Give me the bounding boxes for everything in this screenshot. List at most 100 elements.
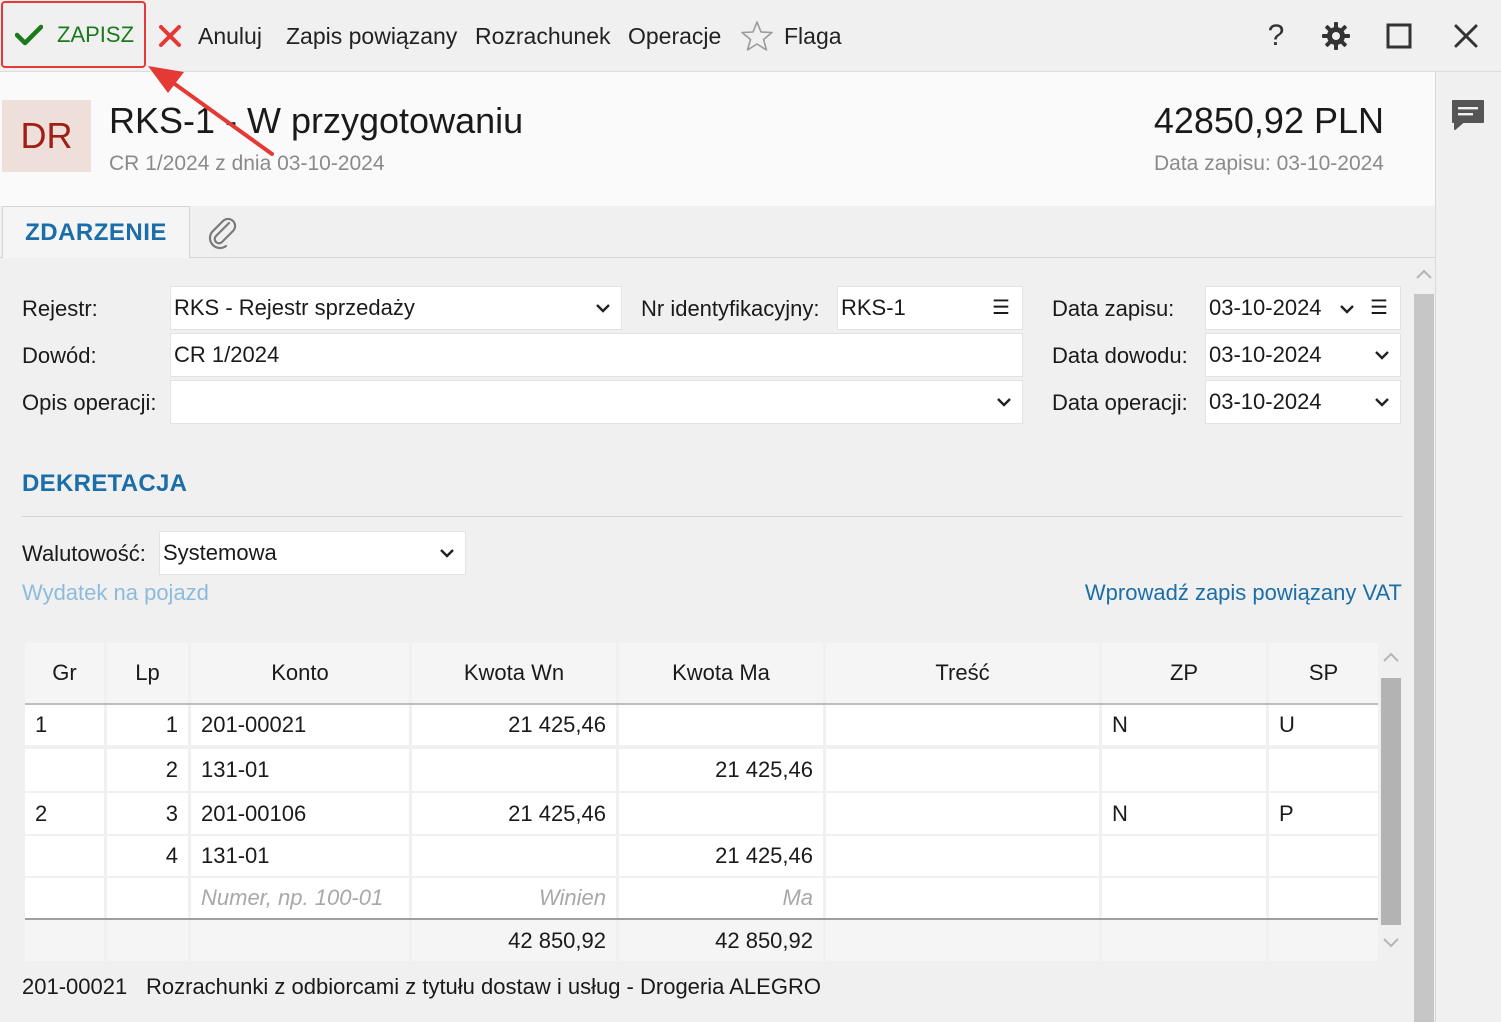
cell-kwota-wn[interactable]: [412, 836, 619, 876]
grid-scroll-thumb[interactable]: [1381, 678, 1401, 925]
column-header-konto[interactable]: Konto: [191, 643, 412, 703]
comment-svg: [1452, 100, 1484, 130]
operations-button[interactable]: Operacje: [628, 0, 721, 72]
table-row[interactable]: 4 131-01 21 425,46: [25, 836, 1378, 876]
close-icon[interactable]: [1444, 14, 1488, 58]
column-header-gr[interactable]: Gr: [25, 643, 107, 703]
cell-gr: [25, 878, 107, 918]
cell-kwota-ma[interactable]: 21 425,46: [619, 749, 826, 791]
data-dowodu-value: 03-10-2024: [1209, 342, 1322, 367]
cell-kwota-wn[interactable]: [412, 749, 619, 791]
cell-kwota-wn[interactable]: 21 425,46: [412, 793, 619, 834]
cell-zp[interactable]: [1102, 836, 1269, 876]
chevron-down-icon[interactable]: [1382, 937, 1400, 949]
related-entry-button[interactable]: Zapis powiązany: [286, 0, 457, 72]
gear-icon[interactable]: [1314, 14, 1358, 58]
posting-table: Gr Lp Konto Kwota Wn Kwota Ma Treść ZP S…: [25, 643, 1378, 961]
maximize-icon[interactable]: [1377, 14, 1421, 58]
nr-identyfikacyjny-field[interactable]: RKS-1 ☰: [837, 286, 1023, 330]
column-header-zp[interactable]: ZP: [1102, 643, 1269, 703]
cell-zp[interactable]: [1102, 749, 1269, 791]
cell-konto[interactable]: 131-01: [191, 836, 412, 876]
cell-zp[interactable]: N: [1102, 793, 1269, 834]
save-label: ZAPISZ: [57, 21, 135, 47]
data-zapisu-field[interactable]: 03-10-2024 ☰: [1205, 286, 1401, 330]
grid-scrollbar[interactable]: [1379, 643, 1402, 959]
konto-input[interactable]: Numer, np. 100-01: [191, 878, 412, 918]
column-header-tresc[interactable]: Treść: [826, 643, 1102, 703]
form-scroll-thumb[interactable]: [1414, 294, 1434, 1022]
document-header: DR RKS-1 - W przygotowaniu CR 1/2024 z d…: [0, 72, 1435, 206]
cell-sp[interactable]: [1269, 836, 1378, 876]
cell-kwota-ma[interactable]: [619, 705, 826, 745]
maximize-svg: [1386, 23, 1412, 49]
totals-row: 42 850,92 42 850,92: [25, 920, 1378, 961]
cell-sp[interactable]: U: [1269, 705, 1378, 745]
document-type-badge: DR: [2, 100, 91, 172]
cell-sp[interactable]: P: [1269, 793, 1378, 834]
paperclip-svg: [208, 217, 237, 250]
menu-icon[interactable]: ☰: [1370, 295, 1388, 320]
chevron-down-icon[interactable]: [1339, 303, 1355, 315]
paperclip-icon[interactable]: [204, 214, 240, 250]
data-dowodu-field[interactable]: 03-10-2024: [1205, 333, 1401, 377]
right-sidebar: [1435, 72, 1501, 1022]
vat-related-entry-link[interactable]: Wprowadź zapis powiązany VAT: [1085, 580, 1402, 606]
cell-tresc[interactable]: [826, 836, 1102, 876]
cell-tresc[interactable]: [826, 749, 1102, 791]
cell-kwota-wn[interactable]: 21 425,46: [412, 705, 619, 745]
flag-button[interactable]: Flaga: [740, 0, 842, 72]
cell-kwota-ma[interactable]: 21 425,46: [619, 836, 826, 876]
cell-tresc[interactable]: [826, 705, 1102, 745]
cell-konto[interactable]: 201-00106: [191, 793, 412, 834]
page-title: RKS-1 - W przygotowaniu: [109, 100, 524, 141]
walutowosc-select[interactable]: Systemowa: [159, 531, 466, 575]
cell-sp[interactable]: [1269, 749, 1378, 791]
tab-bar: ZDARZENIE: [0, 206, 1435, 259]
column-header-kwota-ma[interactable]: Kwota Ma: [619, 643, 826, 703]
tresc-input[interactable]: [826, 878, 1102, 918]
cell-konto[interactable]: 131-01: [191, 749, 412, 791]
nr-value: RKS-1: [841, 295, 906, 320]
table-row[interactable]: 1 1 201-00021 21 425,46 N U: [25, 705, 1378, 747]
nr-label: Nr identyfikacyjny:: [641, 296, 820, 321]
column-header-lp[interactable]: Lp: [107, 643, 191, 703]
opis-operacji-select[interactable]: [170, 380, 1023, 424]
dowod-field[interactable]: CR 1/2024: [170, 333, 1023, 377]
gear-svg: [1322, 22, 1350, 50]
new-entry-row[interactable]: Numer, np. 100-01 Winien Ma: [25, 878, 1378, 918]
tab-event[interactable]: ZDARZENIE: [2, 206, 190, 259]
form-scrollbar[interactable]: [1412, 262, 1435, 1022]
rejestr-select[interactable]: RKS - Rejestr sprzedaży: [170, 286, 622, 330]
sp-input[interactable]: [1269, 878, 1378, 918]
cell-lp: 2: [107, 749, 191, 791]
menu-icon[interactable]: ☰: [992, 295, 1010, 320]
rejestr-value: RKS - Rejestr sprzedaży: [174, 295, 415, 320]
table-row[interactable]: 2 3 201-00106 21 425,46 N P: [25, 793, 1378, 834]
cell-tresc[interactable]: [826, 793, 1102, 834]
zp-input[interactable]: [1102, 878, 1269, 918]
kwota-ma-input[interactable]: Ma: [619, 878, 826, 918]
kwota-wn-input[interactable]: Winien: [412, 878, 619, 918]
chevron-down-icon: [1375, 351, 1389, 360]
cell-zp[interactable]: N: [1102, 705, 1269, 745]
cell-konto[interactable]: 201-00021: [191, 705, 412, 745]
chevron-up-icon[interactable]: [1415, 268, 1433, 280]
cancel-button[interactable]: Anuluj: [158, 0, 262, 72]
column-header-sp[interactable]: SP: [1269, 643, 1378, 703]
comment-icon[interactable]: [1450, 98, 1486, 137]
data-dowodu-label: Data dowodu:: [1052, 343, 1188, 368]
chevron-up-icon[interactable]: [1382, 651, 1400, 663]
column-header-kwota-wn[interactable]: Kwota Wn: [412, 643, 619, 703]
total-kwota-wn: 42 850,92: [412, 920, 619, 961]
data-zapisu-value: 03-10-2024: [1209, 295, 1322, 320]
data-operacji-field[interactable]: 03-10-2024: [1205, 380, 1401, 424]
help-icon[interactable]: ?: [1254, 14, 1298, 58]
save-button[interactable]: ZAPISZ: [1, 1, 146, 68]
table-row[interactable]: 2 131-01 21 425,46: [25, 749, 1378, 791]
operations-label: Operacje: [628, 22, 722, 49]
cell-kwota-ma[interactable]: [619, 793, 826, 834]
total-konto: [191, 920, 412, 961]
settlement-button[interactable]: Rozrachunek: [475, 0, 611, 72]
vehicle-expense-link[interactable]: Wydatek na pojazd: [22, 580, 209, 606]
